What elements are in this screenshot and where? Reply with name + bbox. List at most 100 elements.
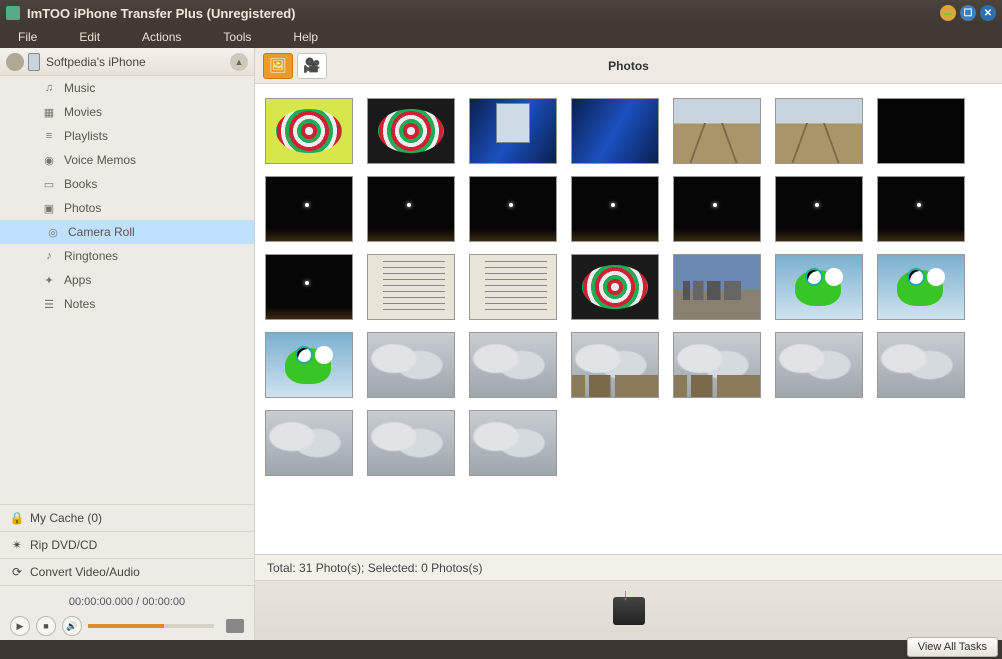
photo-thumbnail[interactable]	[673, 176, 761, 242]
device-toggle-icon[interactable]	[6, 53, 24, 71]
sidebar-item-music[interactable]: ♫ Music	[0, 76, 254, 100]
menu-actions[interactable]: Actions	[142, 30, 181, 44]
photo-grid	[265, 98, 992, 476]
stop-button[interactable]: ■	[36, 616, 56, 636]
maximize-button[interactable]: ☐	[960, 5, 976, 21]
eject-button[interactable]: ▲	[230, 53, 248, 71]
photo-thumbnail[interactable]	[265, 254, 353, 320]
disk-icon	[613, 597, 645, 625]
photo-thumbnail[interactable]	[571, 254, 659, 320]
photo-thumbnail[interactable]	[265, 176, 353, 242]
photo-thumbnail[interactable]	[877, 254, 965, 320]
sidebar-item-movies[interactable]: ▦ Movies	[0, 100, 254, 124]
ringtones-icon: ♪	[42, 249, 56, 263]
photo-thumbnail[interactable]	[673, 254, 761, 320]
device-row[interactable]: Softpedia's iPhone ▲	[0, 48, 254, 76]
sidebar-item-voice-memos[interactable]: ◉ Voice Memos	[0, 148, 254, 172]
my-cache-label: My Cache (0)	[30, 511, 102, 525]
sidebar-item-photos[interactable]: ▣ Photos	[0, 196, 254, 220]
photo-thumbnail[interactable]	[367, 410, 455, 476]
photo-thumbnail[interactable]	[469, 332, 557, 398]
sidebar: Softpedia's iPhone ▲ ♫ Music ▦ Movies ≡ …	[0, 48, 255, 640]
content-area: 🖼 🎥 Photos	[255, 48, 1002, 640]
rip-label: Rip DVD/CD	[30, 538, 97, 552]
sidebar-item-label: Camera Roll	[68, 225, 135, 239]
window-title: ImTOO iPhone Transfer Plus (Unregistered…	[27, 6, 936, 21]
close-button[interactable]: ✕	[980, 5, 996, 21]
titlebar: ImTOO iPhone Transfer Plus (Unregistered…	[0, 0, 1002, 26]
content-toolbar: 🖼 🎥 Photos	[255, 48, 1002, 84]
sidebar-item-apps[interactable]: ✦ Apps	[0, 268, 254, 292]
menu-edit[interactable]: Edit	[79, 30, 100, 44]
photo-thumbnail[interactable]	[265, 410, 353, 476]
snapshot-button[interactable]	[226, 619, 244, 633]
cache-icon: 🔒	[10, 511, 24, 525]
photo-mode-button[interactable]: 🖼	[263, 53, 293, 79]
minimize-button[interactable]: －	[940, 5, 956, 21]
sidebar-item-notes[interactable]: ☰ Notes	[0, 292, 254, 316]
photo-thumbnail[interactable]	[877, 332, 965, 398]
photo-thumbnail[interactable]	[469, 176, 557, 242]
photo-thumbnail[interactable]	[265, 332, 353, 398]
app-icon	[6, 6, 20, 20]
sidebar-item-label: Voice Memos	[64, 153, 136, 167]
view-all-tasks-button[interactable]: View All Tasks	[907, 637, 998, 657]
menu-tools[interactable]: Tools	[223, 30, 251, 44]
camera-icon: ◎	[46, 225, 60, 239]
menu-help[interactable]: Help	[293, 30, 318, 44]
sidebar-item-playlists[interactable]: ≡ Playlists	[0, 124, 254, 148]
sidebar-item-label: Books	[64, 177, 97, 191]
device-tree: ♫ Music ▦ Movies ≡ Playlists ◉ Voice Mem…	[0, 76, 254, 504]
rip-section[interactable]: ✴ Rip DVD/CD	[0, 531, 254, 558]
player-time: 00:00:00.000 / 00:00:00	[10, 592, 244, 616]
photo-thumbnail[interactable]	[775, 98, 863, 164]
volume-slider[interactable]	[88, 624, 214, 628]
photo-thumbnail[interactable]	[775, 332, 863, 398]
photo-thumbnail[interactable]	[877, 176, 965, 242]
photo-thumbnail[interactable]	[571, 176, 659, 242]
photo-thumbnail[interactable]	[673, 98, 761, 164]
photo-thumbnail[interactable]	[469, 98, 557, 164]
device-name: Softpedia's iPhone	[46, 55, 146, 69]
sidebar-item-books[interactable]: ▭ Books	[0, 172, 254, 196]
phone-icon	[28, 53, 40, 71]
voice-icon: ◉	[42, 153, 56, 167]
sidebar-item-label: Apps	[64, 273, 91, 287]
convert-icon: ⟳	[10, 565, 24, 579]
photo-thumbnail[interactable]	[469, 410, 557, 476]
photo-thumbnail[interactable]	[775, 254, 863, 320]
sidebar-item-camera-roll[interactable]: ◎ Camera Roll	[0, 220, 254, 244]
section-title: Photos	[255, 59, 1002, 73]
photo-grid-scroll[interactable]	[255, 84, 1002, 554]
photo-thumbnail[interactable]	[469, 254, 557, 320]
menu-file[interactable]: File	[18, 30, 37, 44]
notes-icon: ☰	[42, 297, 56, 311]
sidebar-item-label: Notes	[64, 297, 95, 311]
photo-thumbnail[interactable]	[265, 98, 353, 164]
photo-thumbnail[interactable]	[367, 98, 455, 164]
photo-thumbnail[interactable]	[367, 254, 455, 320]
music-icon: ♫	[42, 81, 56, 95]
my-cache-section[interactable]: 🔒 My Cache (0)	[0, 504, 254, 531]
rip-icon: ✴	[10, 538, 24, 552]
video-mode-button[interactable]: 🎥	[297, 53, 327, 79]
photo-thumbnail[interactable]	[877, 98, 965, 164]
books-icon: ▭	[42, 177, 56, 191]
play-button[interactable]: ▶	[10, 616, 30, 636]
convert-section[interactable]: ⟳ Convert Video/Audio	[0, 558, 254, 585]
volume-button[interactable]: 🔊	[62, 616, 82, 636]
playlists-icon: ≡	[42, 129, 56, 143]
movies-icon: ▦	[42, 105, 56, 119]
sidebar-item-label: Movies	[64, 105, 102, 119]
photo-thumbnail[interactable]	[367, 176, 455, 242]
photo-thumbnail[interactable]	[775, 176, 863, 242]
photo-thumbnail[interactable]	[571, 332, 659, 398]
photo-thumbnail[interactable]	[367, 332, 455, 398]
photo-thumbnail[interactable]	[571, 98, 659, 164]
sidebar-item-label: Playlists	[64, 129, 108, 143]
status-bar: Total: 31 Photo(s); Selected: 0 Photos(s…	[255, 554, 1002, 580]
export-dropzone[interactable]	[255, 580, 1002, 640]
photo-thumbnail[interactable]	[673, 332, 761, 398]
sidebar-item-label: Music	[64, 81, 95, 95]
sidebar-item-ringtones[interactable]: ♪ Ringtones	[0, 244, 254, 268]
